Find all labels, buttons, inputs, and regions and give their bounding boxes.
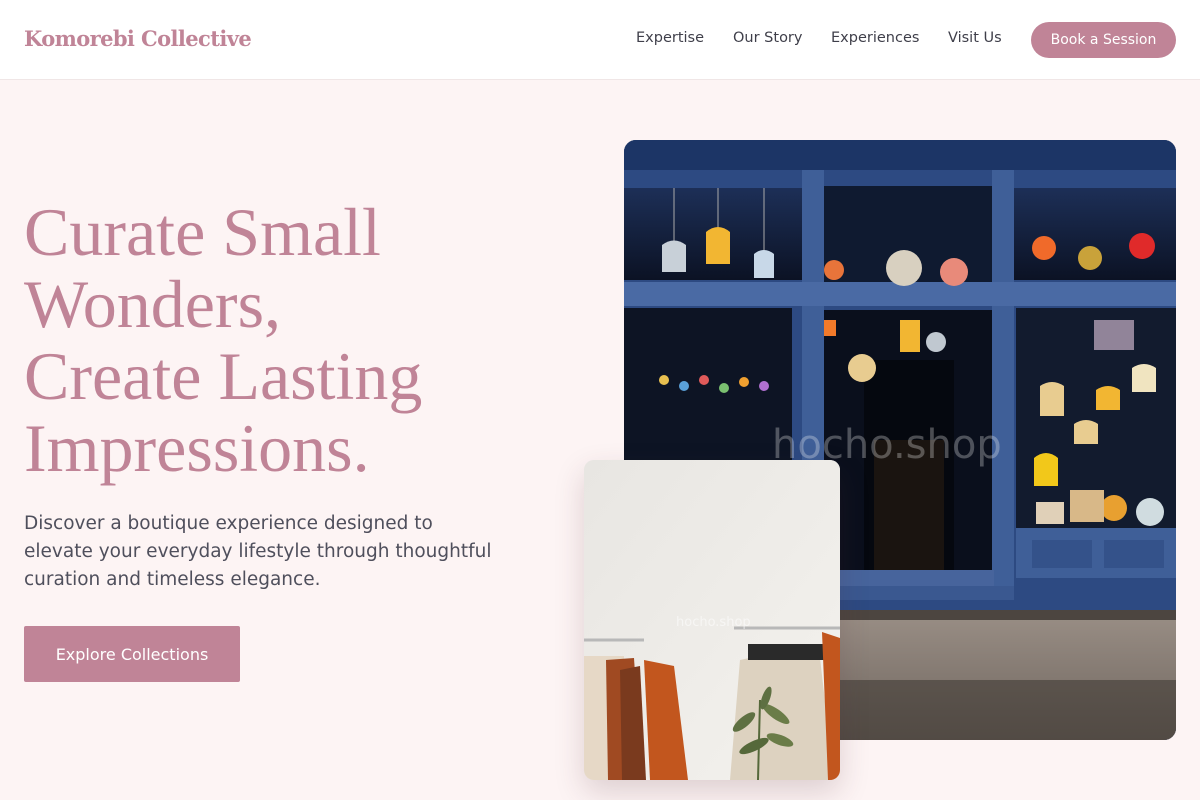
book-session-button[interactable]: Book a Session: [1031, 22, 1176, 58]
hero-title: Curate Small Wonders, Create Lasting Imp…: [24, 196, 584, 484]
nav-link-experiences[interactable]: Experiences: [831, 30, 919, 46]
hero-description: Discover a boutique experience designed …: [24, 510, 544, 594]
explore-collections-button[interactable]: Explore Collections: [24, 626, 240, 682]
nav-link-our-story[interactable]: Our Story: [733, 30, 802, 46]
hero-title-line: Impressions.: [24, 410, 370, 486]
hero-description-line: elevate your everyday lifestyle through …: [24, 541, 492, 562]
hero-title-line: Create Lasting: [24, 338, 423, 414]
svg-text:hocho.shop: hocho.shop: [676, 615, 751, 630]
hero-description-line: Discover a boutique experience designed …: [24, 513, 433, 534]
main-nav: Expertise Our Story Experiences Visit Us…: [0, 0, 1200, 80]
hero-title-line: Curate Small: [24, 194, 381, 270]
hero-description-line: curation and timeless elegance.: [24, 569, 321, 590]
site-header: Komorebi Collective Expertise Our Story …: [0, 0, 1200, 80]
hero-title-line: Wonders,: [24, 266, 282, 342]
nav-link-visit-us[interactable]: Visit Us: [948, 30, 1002, 46]
nav-link-expertise[interactable]: Expertise: [636, 30, 704, 46]
boutique-image: hocho.shop: [584, 460, 840, 780]
